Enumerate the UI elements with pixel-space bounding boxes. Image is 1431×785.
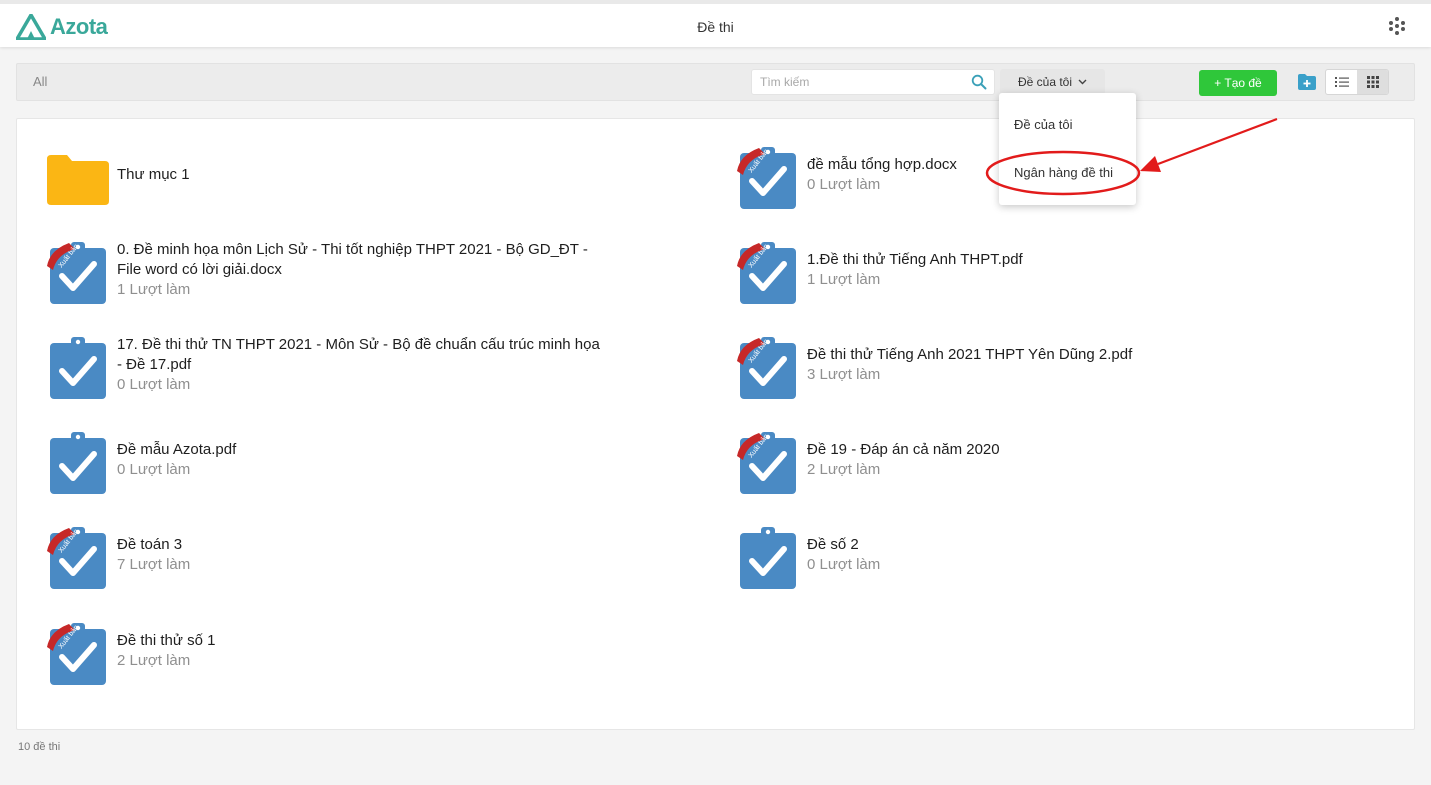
item-attempts: 3 Lượt làm bbox=[807, 366, 881, 383]
exam-published-icon: Xuất bản bbox=[737, 337, 796, 399]
grid-icon bbox=[1366, 76, 1379, 88]
top-bar: Azota Đề thi bbox=[0, 0, 1431, 47]
search-input[interactable] bbox=[760, 75, 960, 89]
exam-icon bbox=[740, 527, 796, 589]
create-exam-button[interactable]: + Tạo đề bbox=[1199, 70, 1277, 96]
exam-item[interactable]: Xuất bản Đề thi thử Tiếng Anh 2021 THPT … bbox=[737, 335, 1337, 407]
search-box[interactable] bbox=[751, 69, 995, 95]
item-attempts: 2 Lượt làm bbox=[117, 652, 191, 669]
list-view-button[interactable] bbox=[1326, 70, 1357, 94]
filter-dropdown-button[interactable]: Đề của tôi bbox=[1000, 69, 1105, 95]
filter-label: Đề của tôi bbox=[1017, 75, 1073, 89]
item-name: Đề 19 - Đáp án cả năm 2020 bbox=[807, 441, 1000, 458]
search-icon[interactable] bbox=[971, 74, 987, 90]
add-folder-icon[interactable] bbox=[1297, 73, 1317, 91]
exam-item[interactable]: Đề số 2 0 Lượt làm bbox=[737, 525, 1337, 597]
list-icon bbox=[1334, 77, 1349, 87]
exam-item[interactable]: Xuất bản Đề toán 3 7 Lượt làm bbox=[47, 525, 647, 597]
folder-icon bbox=[47, 155, 109, 205]
item-attempts: 1 Lượt làm bbox=[807, 271, 881, 288]
exam-published-icon: Xuất bản bbox=[47, 623, 106, 685]
item-name: 1.Đề thi thử Tiếng Anh THPT.pdf bbox=[807, 251, 1023, 268]
exam-grid: Thư mục 1 Xuất bản đề mẫu tổng hợp.docx … bbox=[16, 118, 1415, 730]
page-title: Đề thi bbox=[697, 19, 734, 35]
exam-published-icon: Xuất bản bbox=[737, 242, 796, 304]
item-name: 17. Đề thi thử TN THPT 2021 - Môn Sử - B… bbox=[117, 336, 600, 373]
item-attempts: 0 Lượt làm bbox=[117, 376, 191, 393]
exam-item[interactable]: Xuất bản 0. Đề minh họa môn Lịch Sử - Th… bbox=[47, 240, 647, 312]
exam-published-icon: Xuất bản bbox=[737, 147, 796, 209]
item-name: Đề số 2 bbox=[807, 536, 859, 553]
exam-item[interactable]: Xuất bản Đề thi thử số 1 2 Lượt làm bbox=[47, 621, 647, 693]
item-name: Thư mục 1 bbox=[117, 166, 190, 183]
exam-published-icon: Xuất bản bbox=[737, 432, 796, 494]
item-attempts: 2 Lượt làm bbox=[807, 461, 881, 478]
item-name: Đề thi thử Tiếng Anh 2021 THPT Yên Dũng … bbox=[807, 346, 1133, 363]
chevron-down-icon bbox=[1078, 79, 1087, 85]
exam-icon bbox=[50, 337, 106, 399]
item-name: 0. Đề minh họa môn Lịch Sử - Thi tốt ngh… bbox=[117, 241, 588, 278]
exam-item[interactable]: Đề mẫu Azota.pdf 0 Lượt làm bbox=[47, 430, 647, 502]
exam-published-icon: Xuất bản bbox=[47, 527, 106, 589]
item-attempts: 7 Lượt làm bbox=[117, 556, 191, 573]
apps-grid-icon[interactable] bbox=[1387, 16, 1407, 36]
item-attempts: 1 Lượt làm bbox=[117, 281, 191, 298]
dropdown-item-exam-bank[interactable]: Ngân hàng đề thi bbox=[1014, 165, 1113, 180]
item-name: Đề mẫu Azota.pdf bbox=[117, 441, 237, 458]
folder-item[interactable]: Thư mục 1 bbox=[47, 155, 647, 227]
exam-item[interactable]: Xuất bản 1.Đề thi thử Tiếng Anh THPT.pdf… bbox=[737, 240, 1337, 312]
breadcrumb-all[interactable]: All bbox=[33, 74, 47, 89]
exam-item[interactable]: 17. Đề thi thử TN THPT 2021 - Môn Sử - B… bbox=[47, 335, 647, 407]
item-attempts: 0 Lượt làm bbox=[117, 461, 191, 478]
exam-published-icon: Xuất bản bbox=[47, 242, 106, 304]
item-name: Đề toán 3 bbox=[117, 536, 183, 553]
view-toggle bbox=[1325, 69, 1389, 95]
item-name: Đề thi thử số 1 bbox=[117, 632, 216, 649]
item-attempts: 0 Lượt làm bbox=[807, 556, 881, 573]
grid-view-button[interactable] bbox=[1357, 70, 1388, 94]
filter-dropdown-menu: Đề của tôi Ngân hàng đề thi bbox=[999, 93, 1136, 205]
exam-item[interactable]: Xuất bản Đề 19 - Đáp án cả năm 2020 2 Lư… bbox=[737, 430, 1337, 502]
toolbar: All Đề của tôi + Tạo đề bbox=[16, 63, 1415, 101]
exam-icon bbox=[50, 432, 106, 494]
exam-count: 10 đề thi bbox=[18, 741, 61, 753]
dropdown-item-my-exams[interactable]: Đề của tôi bbox=[1014, 117, 1073, 132]
